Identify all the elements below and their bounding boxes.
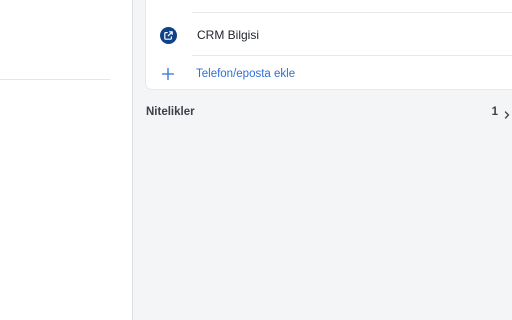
- divider: [0, 79, 110, 80]
- crm-info-row[interactable]: CRM Bilgisi: [146, 16, 512, 54]
- left-pane: [0, 0, 132, 320]
- external-link-icon: [160, 26, 177, 44]
- attributes-count: 1: [491, 106, 498, 118]
- plus-icon: [161, 67, 175, 81]
- crm-info-label: CRM Bilgisi: [197, 28, 260, 42]
- row-divider: [192, 12, 512, 13]
- card-row-top: [146, 0, 512, 12]
- add-contact-row[interactable]: Telefon/eposta ekle: [146, 55, 512, 93]
- attributes-title: Nitelikler: [146, 106, 195, 118]
- details-pane: CRM Bilgisi Telefon/eposta ekle Nitelikl…: [133, 0, 512, 320]
- attributes-section-header[interactable]: Nitelikler 1: [146, 101, 512, 123]
- add-contact-label: Telefon/eposta ekle: [196, 68, 296, 80]
- contact-card: CRM Bilgisi Telefon/eposta ekle: [146, 0, 512, 89]
- chevron-right-icon: [502, 107, 512, 119]
